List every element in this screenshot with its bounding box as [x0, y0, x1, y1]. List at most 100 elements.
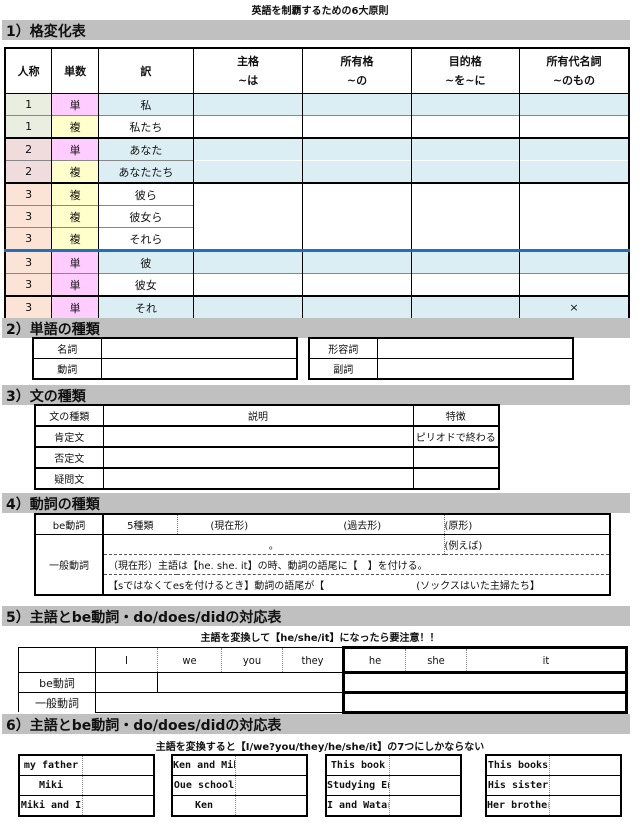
objective-input[interactable]: [410, 227, 520, 251]
possessive-input[interactable]: [302, 115, 412, 138]
subjective-input[interactable]: [192, 160, 304, 183]
pronoun-answer-input[interactable]: [389, 775, 461, 796]
general-verb-he-she-it-input[interactable]: [342, 691, 628, 714]
possessive-pronoun-input[interactable]: [518, 227, 630, 251]
objective-input[interactable]: [410, 273, 520, 296]
possessive-input[interactable]: [302, 137, 412, 161]
subjective-input[interactable]: [192, 115, 304, 138]
possessive-input[interactable]: [302, 273, 412, 296]
possessive-input[interactable]: [302, 295, 412, 319]
sentence-description-input[interactable]: [102, 467, 414, 490]
possessive-input[interactable]: [302, 160, 412, 183]
subjective-input[interactable]: [192, 137, 304, 161]
possessive-pronoun-input[interactable]: [518, 273, 630, 296]
word-type-input[interactable]: [376, 337, 574, 359]
pronoun-answer-input[interactable]: [389, 754, 461, 776]
possessive-input[interactable]: [302, 182, 412, 206]
pronoun-answer-input[interactable]: [82, 795, 154, 816]
possessive-pronoun-input[interactable]: [518, 115, 630, 138]
subjective-input[interactable]: [192, 182, 304, 206]
number-cell: 複: [51, 160, 100, 183]
sentence-feature[interactable]: [412, 467, 500, 490]
objective-input[interactable]: [410, 93, 520, 116]
objective-input[interactable]: [410, 160, 520, 183]
possessive-pronoun-input[interactable]: [518, 93, 630, 116]
pronoun-answer-input[interactable]: [82, 775, 154, 796]
person-cell: 2: [4, 160, 53, 183]
person-cell: 3: [4, 249, 53, 274]
be-verb-present[interactable]: (現在形): [177, 514, 281, 535]
possessive-input[interactable]: [302, 205, 412, 228]
conversion-row: His sister: [486, 775, 621, 796]
be-verb-he-she-it-input[interactable]: [342, 671, 628, 694]
subjective-input[interactable]: [192, 273, 304, 296]
subjective-input[interactable]: [192, 295, 304, 319]
possessive-pronoun-input[interactable]: [518, 160, 630, 183]
possessive-pronoun-input[interactable]: [518, 249, 630, 274]
subjective-input[interactable]: [192, 249, 304, 274]
word-type-input[interactable]: [100, 358, 298, 380]
meaning-cell: 彼女ら: [98, 205, 194, 228]
header-possessive: 所有格 ~の: [302, 47, 412, 94]
possessive-pronoun-input[interactable]: ×: [518, 295, 630, 319]
word-type-input[interactable]: [100, 337, 298, 359]
subjective-input[interactable]: [192, 205, 304, 228]
pronoun-answer-input[interactable]: [235, 775, 307, 796]
pronoun-answer-input[interactable]: [549, 795, 621, 816]
general-verb-i-we-you-they-input[interactable]: [95, 692, 344, 713]
possessive-input[interactable]: [302, 249, 412, 274]
subjective-input[interactable]: [192, 227, 304, 251]
pronoun-answer-input[interactable]: [82, 754, 154, 776]
header-number: 単数: [51, 47, 100, 94]
be-verb-past[interactable]: (過去形): [281, 514, 445, 535]
section-title: 4）動詞の種類: [6, 497, 100, 513]
header-description: 説明: [102, 404, 414, 427]
conversion-group-table: This bookStudying EnglishI and Wataru: [325, 754, 462, 817]
meaning-cell: 彼: [98, 249, 194, 274]
number-cell: 単: [51, 137, 100, 161]
be-verb-i-input[interactable]: [95, 672, 158, 693]
case-table-row: 2 単あなた: [4, 137, 630, 161]
section-header-sentence-types: 3）文の種類: [2, 385, 630, 405]
pronoun-answer-input[interactable]: [235, 795, 307, 816]
sentence-feature[interactable]: [412, 446, 500, 469]
objective-input[interactable]: [410, 115, 520, 138]
objective-input[interactable]: [410, 205, 520, 228]
pronoun-answer-input[interactable]: [549, 754, 621, 776]
possessive-pronoun-input[interactable]: [518, 182, 630, 206]
meaning-cell: 私: [98, 93, 194, 116]
es-rule-text: 【sではなくてesを付けるとき】動詞の語尾が【: [108, 581, 325, 592]
subjective-input[interactable]: [192, 93, 304, 116]
meaning-cell: それ: [98, 295, 194, 319]
conversion-group-table: my father Miki Miki and I: [18, 754, 155, 817]
general-verb-definition[interactable]: 。: [103, 534, 445, 555]
be-verb-base[interactable]: (原形): [444, 514, 610, 535]
pronoun-answer-input[interactable]: [235, 754, 307, 776]
possessive-input[interactable]: [302, 93, 412, 116]
pronoun-answer-input[interactable]: [549, 775, 621, 796]
person-cell: 3: [4, 205, 53, 228]
possessive-input[interactable]: [302, 227, 412, 251]
sentence-types-table: 文の種類 説明 特徴 肯定文 ピリオドで終わる 否定文 疑問文: [34, 404, 500, 490]
word-type-input[interactable]: [376, 358, 574, 380]
person-cell: 3: [4, 182, 53, 206]
be-verb-we-you-they-input[interactable]: [157, 672, 344, 693]
conversion-row: Studying English: [326, 775, 461, 796]
sentence-description-input[interactable]: [102, 446, 414, 469]
objective-input[interactable]: [410, 295, 520, 319]
case-table-row: 3 単それ ×: [4, 295, 630, 319]
objective-input[interactable]: [410, 137, 520, 161]
word-type-row: 副詞: [308, 358, 574, 380]
possessive-pronoun-input[interactable]: [518, 137, 630, 161]
general-verb-example[interactable]: (例えば): [444, 534, 610, 555]
sentence-description-input[interactable]: [102, 425, 414, 448]
word-type-label: 動詞: [32, 358, 102, 380]
pronoun-answer-input[interactable]: [389, 795, 461, 816]
general-verb-label: 一般動詞: [35, 534, 104, 595]
objective-input[interactable]: [410, 182, 520, 206]
sentence-feature[interactable]: ピリオドで終わる: [412, 425, 500, 448]
objective-input[interactable]: [410, 249, 520, 274]
case-table-row: 3 複彼ら: [4, 182, 630, 206]
possessive-pronoun-input[interactable]: [518, 205, 630, 228]
case-table-row: 3 単彼女: [4, 273, 630, 296]
